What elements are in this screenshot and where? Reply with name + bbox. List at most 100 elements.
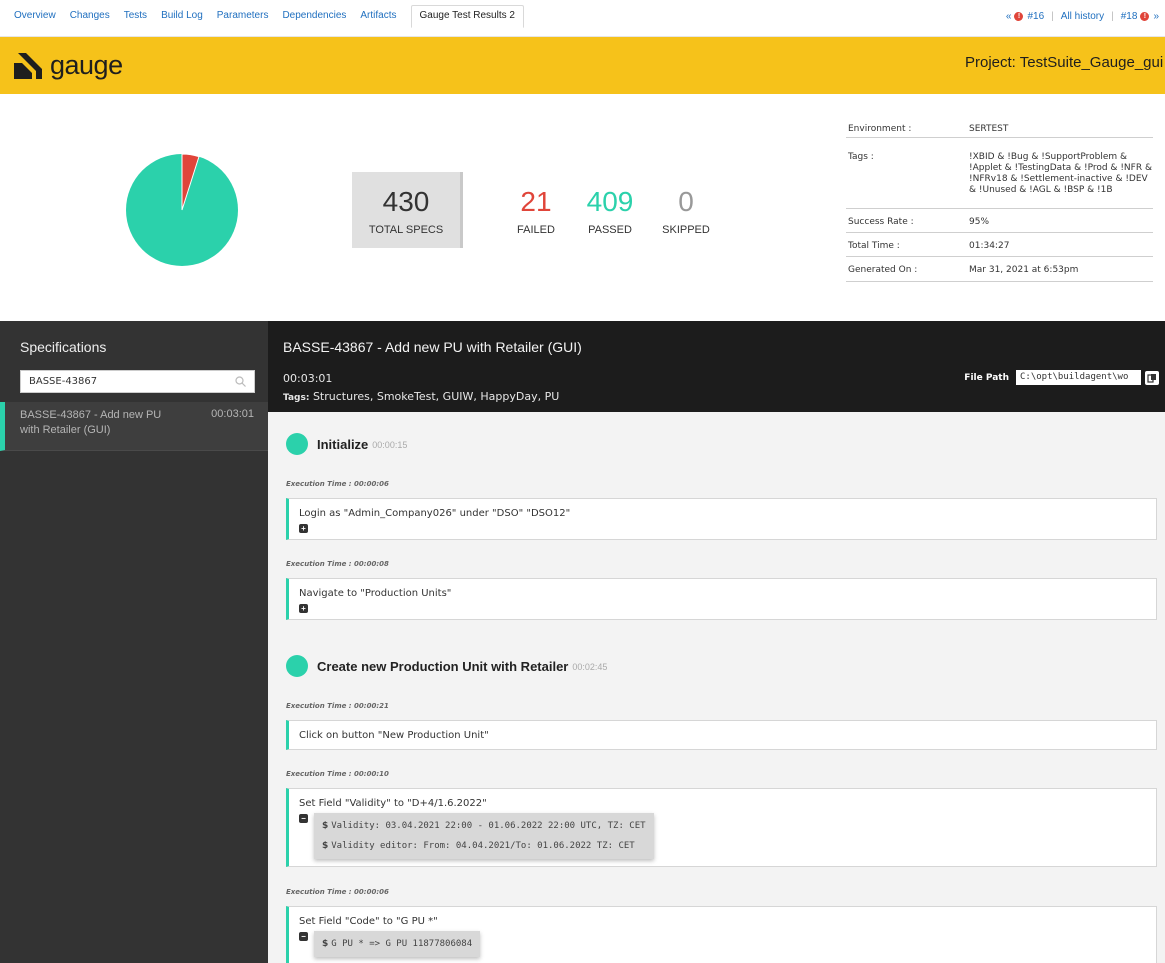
step-exec-time: Execution Time : 00:00:10: [286, 770, 389, 778]
expand-icon[interactable]: +: [299, 524, 308, 533]
skipped-count: 0: [678, 186, 694, 217]
expand-icon[interactable]: +: [299, 604, 308, 613]
env-row-generated-on: Generated On : Mar 31, 2021 at 6:53pm: [846, 257, 1153, 282]
passed-label: PASSED: [588, 224, 632, 236]
step-exec-time: Execution Time : 00:00:06: [286, 480, 389, 488]
spec-tags-label: Tags:: [283, 393, 310, 403]
copy-icon: [1147, 373, 1156, 383]
search-icon[interactable]: [235, 376, 246, 387]
next-arrow-icon[interactable]: »: [1153, 11, 1159, 22]
step-message: $ G PU * => G PU 11877806084: [322, 939, 473, 949]
next-build-link[interactable]: #18: [1121, 11, 1138, 22]
step-messages: $ Validity: 03.04.2021 22:00 - 01.06.2022…: [314, 813, 654, 859]
tab-build-log[interactable]: Build Log: [161, 10, 203, 21]
env-row-success-rate: Success Rate : 95%: [846, 209, 1153, 233]
step-text: Set Field "Code" to "G PU *": [299, 916, 438, 927]
spec-search-input[interactable]: [21, 371, 221, 392]
scenario-time: 00:00:15: [372, 440, 408, 450]
step-click-new-pu: Click on button "New Production Unit": [286, 720, 1157, 750]
scenario-create-production-unit: Create new Production Unit with Retailer…: [286, 655, 607, 677]
all-history-link[interactable]: All history: [1061, 11, 1104, 22]
total-specs-box: 430 TOTAL SPECS: [352, 172, 463, 248]
spec-title: BASSE-43867 - Add new PU with Retailer (…: [283, 339, 582, 355]
message-dollar-icon: $: [322, 821, 329, 831]
prev-arrow-icon[interactable]: «: [1006, 11, 1012, 22]
step-text: Login as "Admin_Company026" under "DSO" …: [299, 508, 571, 519]
tab-bar: Overview Changes Tests Build Log Paramet…: [0, 0, 1165, 37]
tab-overview[interactable]: Overview: [14, 10, 56, 21]
app-header: gauge Project: TestSuite_Gauge_gui: [0, 37, 1165, 94]
env-row-total-time: Total Time : 01:34:27: [846, 233, 1153, 257]
collapse-icon[interactable]: −: [299, 932, 308, 941]
tab-gauge-test-results[interactable]: Gauge Test Results 2: [410, 5, 524, 28]
spec-tags: Tags: Structures, SmokeTest, GUIW, Happy…: [283, 390, 559, 403]
scenario-time: 00:02:45: [572, 662, 608, 672]
tab-artifacts[interactable]: Artifacts: [360, 10, 396, 21]
tab-changes[interactable]: Changes: [70, 10, 110, 21]
error-icon: !: [1140, 12, 1150, 21]
env-value: SERTEST: [969, 124, 1009, 134]
step-message: $ Validity: 03.04.2021 22:00 - 01.06.2022…: [322, 821, 646, 831]
scenario-name: Create new Production Unit with Retailer: [317, 658, 569, 674]
skipped-stat: 0 SKIPPED: [656, 186, 716, 236]
spec-content: Initialize 00:00:15 Execution Time : 00:…: [268, 412, 1165, 963]
step-messages: $ G PU * => G PU 11877806084: [314, 931, 481, 957]
step-text: Navigate to "Production Units": [299, 588, 452, 599]
step-exec-time: Execution Time : 00:00:06: [286, 888, 389, 896]
environment-table: Environment : SERTEST Tags : !XBID & !Bu…: [846, 118, 1153, 282]
step-set-code: Set Field "Code" to "G PU *" − $ G PU * =…: [286, 906, 1157, 963]
step-text: Click on button "New Production Unit": [299, 730, 489, 741]
specifications-sidebar: Specifications BASSE-43867 - Add new PU …: [0, 321, 268, 963]
step-exec-time: Execution Time : 00:00:08: [286, 560, 389, 568]
file-path-value[interactable]: C:\opt\buildagent\wo: [1016, 370, 1141, 385]
step-login: Login as "Admin_Company026" under "DSO" …: [286, 498, 1157, 540]
message-dollar-icon: $: [322, 939, 329, 949]
error-icon: !: [1014, 12, 1024, 21]
step-text: Set Field "Validity" to "D+4/1.6.2022": [299, 798, 487, 809]
gauge-logo[interactable]: gauge: [14, 50, 123, 81]
scenario-name: Initialize: [317, 436, 369, 452]
env-value: 95%: [969, 217, 990, 227]
skipped-label: SKIPPED: [662, 224, 710, 236]
scenario-passed-icon: [286, 433, 308, 455]
step-message: $ Validity editor: From: 04.04.2021/To: 0…: [322, 841, 635, 851]
failed-count: 21: [520, 186, 552, 217]
project-name: Project: TestSuite_Gauge_gui: [965, 54, 1164, 71]
env-value: !XBID & !Bug & !SupportProblem & !Applet…: [969, 152, 1152, 195]
env-row-environment: Environment : SERTEST: [846, 118, 1153, 138]
gauge-logo-icon: [14, 52, 42, 79]
spec-tags-value: Structures, SmokeTest, GUIW, HappyDay, P…: [312, 390, 560, 403]
total-specs-label: TOTAL SPECS: [368, 224, 444, 236]
spec-list-item-time: 00:03:01: [211, 408, 254, 420]
step-set-validity: Set Field "Validity" to "D+4/1.6.2022" −…: [286, 788, 1157, 867]
tab-dependencies[interactable]: Dependencies: [282, 10, 346, 21]
spec-list-item[interactable]: BASSE-43867 - Add new PU with Retailer (…: [0, 402, 268, 451]
spec-list-item-name: BASSE-43867 - Add new PU with Retailer (…: [20, 409, 162, 436]
scenario-passed-icon: [286, 655, 308, 677]
env-key: Tags :: [848, 152, 874, 162]
step-navigate: Navigate to "Production Units" +: [286, 578, 1157, 620]
failed-label: FAILED: [517, 224, 555, 236]
copy-path-button[interactable]: [1145, 370, 1159, 385]
env-key: Environment :: [848, 124, 912, 134]
passed-count: 409: [586, 186, 634, 217]
total-specs-count: 430: [382, 186, 430, 217]
prev-build-link[interactable]: #16: [1027, 11, 1044, 22]
env-value: 01:34:27: [969, 241, 1010, 251]
file-path-label: File Path: [964, 372, 1009, 383]
failed-stat: 21 FAILED: [512, 186, 560, 236]
env-value: Mar 31, 2021 at 6:53pm: [969, 265, 1079, 275]
results-pie-chart: [126, 153, 238, 266]
spec-header: BASSE-43867 - Add new PU with Retailer (…: [268, 321, 1165, 412]
tab-parameters[interactable]: Parameters: [217, 10, 269, 21]
tabs: Overview Changes Tests Build Log Paramet…: [14, 5, 538, 34]
tab-tests[interactable]: Tests: [124, 10, 147, 21]
spec-search-box: [20, 370, 255, 393]
env-key: Total Time :: [848, 241, 900, 251]
logo-text: gauge: [50, 50, 123, 80]
spec-duration: 00:03:01: [283, 372, 333, 385]
collapse-icon[interactable]: −: [299, 814, 308, 823]
env-row-tags: Tags : !XBID & !Bug & !SupportProblem & …: [846, 138, 1153, 209]
sidebar-title: Specifications: [20, 339, 107, 355]
file-path: File Path C:\opt\buildagent\wo: [964, 370, 1159, 385]
